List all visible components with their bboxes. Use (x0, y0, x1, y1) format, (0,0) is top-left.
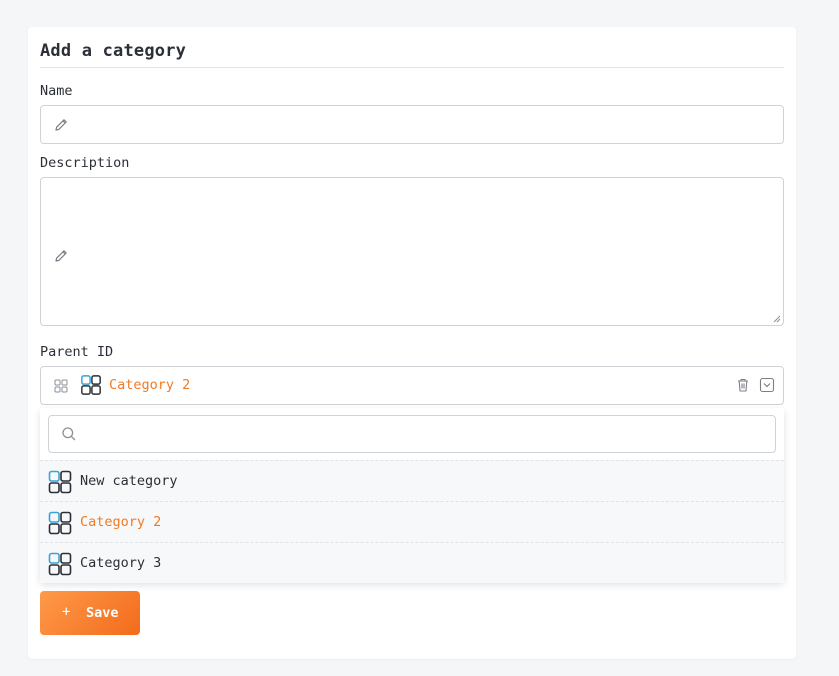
category-icon (48, 511, 72, 535)
category-icon (48, 552, 72, 576)
save-button[interactable]: + Save (40, 591, 140, 635)
category-icon (81, 375, 101, 395)
parent-id-select[interactable]: Category 2 (40, 366, 784, 405)
pencil-icon (55, 119, 67, 131)
chevron-down-icon[interactable] (759, 377, 775, 393)
dropdown-option-label: Category 3 (80, 555, 162, 571)
plus-icon: + (62, 604, 71, 620)
dropdown-option-category-3[interactable]: Category 3 (40, 542, 784, 583)
page-title: Add a category (40, 41, 187, 61)
category-icon (48, 470, 72, 494)
search-icon (62, 427, 76, 441)
trash-icon[interactable] (735, 377, 751, 393)
dropdown-option-label: Category 2 (80, 514, 162, 530)
parent-id-label: Parent ID (40, 344, 114, 360)
save-button-label: Save (86, 605, 119, 621)
dropdown-option-category-2[interactable]: Category 2 (40, 501, 784, 542)
pencil-icon (55, 250, 67, 262)
name-label: Name (40, 83, 73, 99)
drag-handle-icon[interactable] (53, 378, 69, 394)
resize-handle-icon[interactable] (773, 315, 781, 323)
title-divider (40, 67, 784, 68)
name-field[interactable] (40, 105, 784, 144)
parent-dropdown-menu: New category Category 2 Category 3 (40, 408, 784, 583)
add-category-card: Add a category Name Description Parent I… (28, 27, 796, 659)
dropdown-option-label: New category (80, 473, 178, 489)
dropdown-option-new-category[interactable]: New category (40, 460, 784, 501)
parent-selected-value: Category 2 (109, 377, 191, 393)
description-field[interactable] (40, 177, 784, 326)
dropdown-search-input[interactable] (48, 415, 776, 453)
description-label: Description (40, 155, 130, 171)
